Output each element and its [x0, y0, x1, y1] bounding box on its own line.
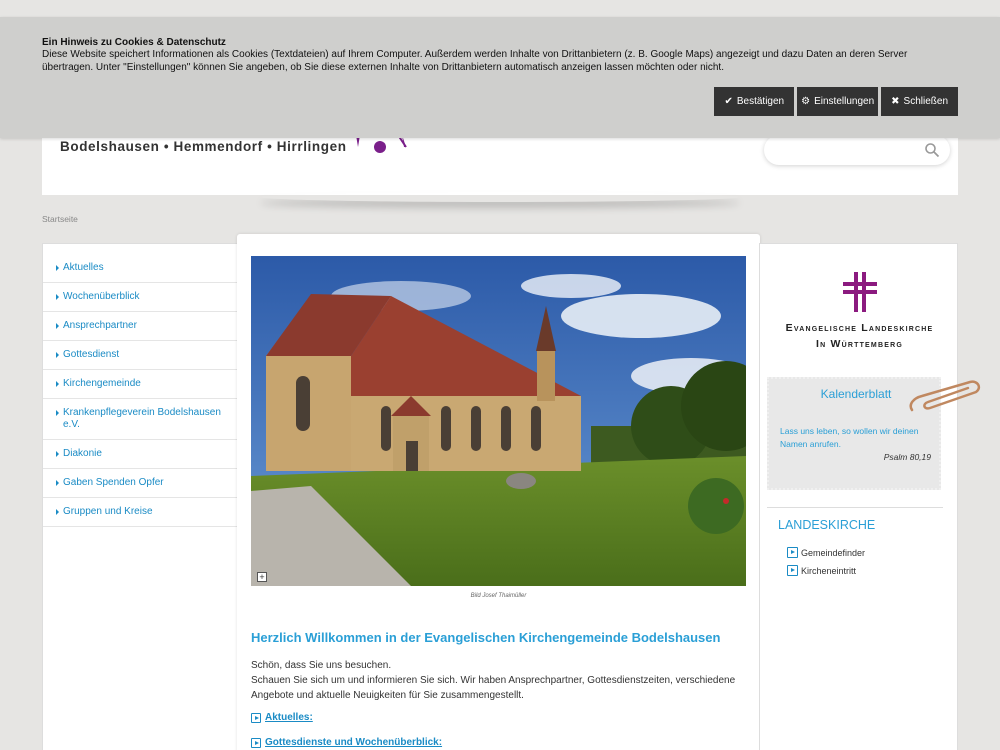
church-photo[interactable]: + [251, 256, 746, 586]
link-gottesdienste-label: Gottesdienste und Wochenüberblick: [265, 737, 443, 748]
nav-item-kirchengemeinde[interactable]: Kirchengemeinde [43, 370, 237, 399]
nav-item-gaben[interactable]: Gaben Spenden Opfer [43, 469, 237, 498]
header-shadow [260, 192, 740, 202]
link-kircheneintritt-label: Kircheneintritt [801, 565, 857, 576]
confirm-button[interactable]: ✔ Bestätigen [714, 87, 795, 116]
nav-item-label: Krankenpflegeverein Bodelshausen e.V. [63, 407, 221, 430]
close-button[interactable]: ✖ Schließen [881, 87, 958, 116]
nav-item-label: Gottesdienst [63, 349, 120, 360]
play-arrow-icon [251, 737, 261, 748]
landeskirche-heading: LANDESKIRCHE [778, 518, 876, 532]
cross-icon [842, 272, 877, 312]
nav-item-wochenueberblick[interactable]: Wochenüberblick [43, 283, 237, 312]
arrow-right-icon [56, 381, 59, 387]
nav-item-label: Wochenüberblick [63, 291, 140, 302]
calendar-reference: Psalm 80,19 [883, 452, 931, 462]
link-gemeindefinder-label: Gemeindefinder [801, 547, 866, 558]
link-aktuelles-label: Aktuelles: [265, 712, 313, 723]
elk-logo[interactable] [760, 272, 959, 317]
nav-item-diakonie[interactable]: Diakonie [43, 440, 237, 469]
brand-text: Bodelshausen • Hemmendorf • Hirrlingen [60, 139, 347, 154]
calendar-verse: Lass uns leben, so wollen wir deinen Nam… [780, 426, 919, 449]
intro-line2: Schauen Sie sich um und informieren Sie … [251, 675, 736, 701]
arrow-right-icon [56, 480, 59, 486]
search-input[interactable] [764, 135, 914, 165]
nav-item-label: Diakonie [63, 448, 102, 459]
photo-caption: Bild Josef Thaimüller [470, 593, 527, 599]
link-gemeindefinder[interactable]: Gemeindefinder [787, 547, 865, 558]
welcome-heading: Herzlich Willkommen in der Evangelischen… [251, 630, 721, 645]
intro-text: Schön, dass Sie uns besuchen. Schauen Si… [251, 658, 746, 703]
cookie-text: Diese Website speichert Informationen al… [42, 49, 908, 73]
search-icon[interactable] [924, 142, 940, 158]
zoom-icon[interactable]: + [257, 572, 267, 582]
top-strip [0, 0, 1000, 17]
nav-item-gruppen[interactable]: Gruppen und Kreise [43, 498, 237, 527]
intro-line1: Schön, dass Sie uns besuchen. [251, 660, 392, 671]
arrow-right-icon [56, 509, 59, 515]
arrow-right-icon [56, 265, 59, 271]
nav-item-krankenpflegeverein[interactable]: Krankenpflegeverein Bodelshausen e.V. [43, 399, 237, 440]
nav-item-label: Gaben Spenden Opfer [63, 477, 164, 488]
arrow-right-icon [56, 451, 59, 457]
close-label: Schließen [903, 96, 948, 107]
play-arrow-icon [787, 565, 798, 576]
paperclip-icon [909, 380, 981, 412]
gear-icon: ⚙ [801, 96, 811, 107]
link-kircheneintritt[interactable]: Kircheneintritt [787, 565, 856, 576]
elk-name-line2: In Württemberg [816, 338, 903, 350]
right-sidebar: Evangelische Landeskirche In Württemberg… [759, 243, 981, 750]
cookie-title: Ein Hinweis zu Cookies & Datenschutz [42, 37, 226, 48]
church-image [251, 256, 746, 586]
confirm-label: Bestätigen [736, 96, 785, 107]
link-gottesdienste[interactable]: Gottesdienste und Wochenüberblick: [251, 737, 442, 748]
divider [767, 507, 943, 508]
check-icon: ✔ [724, 96, 733, 107]
arrow-right-icon [56, 410, 59, 416]
arrow-right-icon [56, 323, 59, 329]
play-arrow-icon [787, 547, 798, 558]
breadcrumb[interactable]: Startseite [42, 214, 78, 224]
elk-name-line1: Evangelische Landeskirche [785, 322, 934, 334]
cookie-banner: Ein Hinweis zu Cookies & Datenschutz Die… [0, 17, 1000, 138]
left-navigation: Aktuelles Wochenüberblick Ansprechpartne… [42, 243, 238, 750]
play-arrow-icon [251, 712, 261, 723]
search-box[interactable] [764, 135, 950, 165]
nav-item-ansprechpartner[interactable]: Ansprechpartner [43, 312, 237, 341]
settings-label: Einstellungen [814, 96, 875, 107]
arrow-right-icon [56, 294, 59, 300]
cookie-buttons: ✔ Bestätigen ⚙ Einstellungen ✖ Schließen [714, 87, 958, 116]
main-content: + Bild Josef Thaimüller Herzlich Willkom… [237, 234, 760, 750]
nav-item-label: Ansprechpartner [63, 320, 137, 331]
arrow-right-icon [56, 352, 59, 358]
close-icon: ✖ [891, 96, 900, 107]
nav-item-gottesdienst[interactable]: Gottesdienst [43, 341, 237, 370]
nav-item-label: Kirchengemeinde [63, 378, 141, 389]
settings-button[interactable]: ⚙ Einstellungen [797, 87, 879, 116]
nav-item-label: Aktuelles [63, 262, 104, 273]
link-aktuelles[interactable]: Aktuelles: [251, 712, 313, 723]
nav-item-aktuelles[interactable]: Aktuelles [43, 254, 237, 283]
nav-item-label: Gruppen und Kreise [63, 506, 153, 517]
